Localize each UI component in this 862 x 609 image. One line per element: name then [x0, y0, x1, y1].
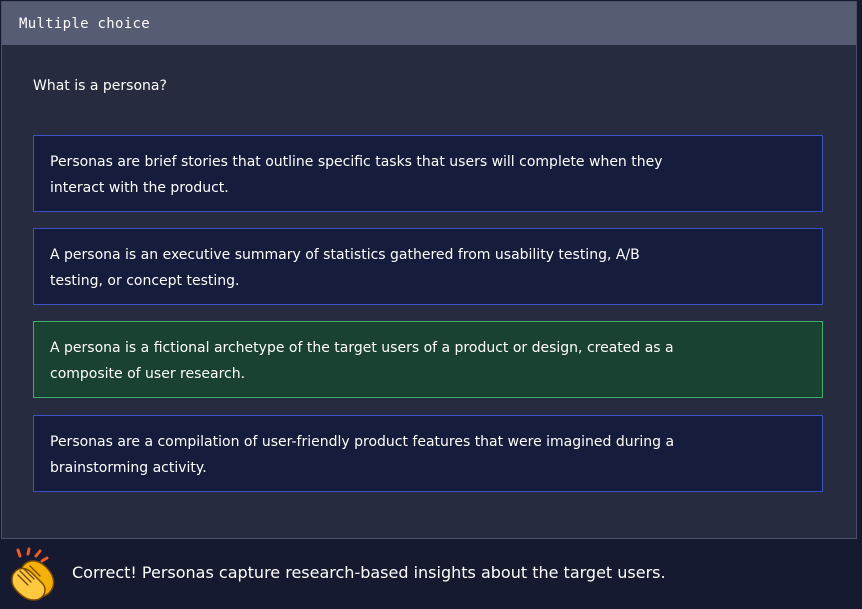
answer-option-text: Personas are brief stories that outline … — [50, 154, 663, 196]
answer-option-text: Personas are a compilation of user-frien… — [50, 434, 675, 476]
feedback-message: Correct! Personas capture research-based… — [72, 563, 666, 582]
clapping-hands-icon — [11, 547, 55, 601]
card-header: Multiple choice — [2, 2, 856, 45]
card-title: Multiple choice — [19, 15, 150, 32]
answer-option-1[interactable]: Personas are brief stories that outline … — [33, 135, 823, 212]
question-text: What is a persona? — [33, 78, 167, 94]
answer-option-4[interactable]: Personas are a compilation of user-frien… — [33, 415, 823, 492]
answer-option-text: A persona is a fictional archetype of th… — [50, 340, 674, 382]
answer-option-2[interactable]: A persona is an executive summary of sta… — [33, 228, 823, 305]
clap-burst — [16, 547, 49, 563]
answer-option-3-correct[interactable]: A persona is a fictional archetype of th… — [33, 321, 823, 398]
answer-option-text: A persona is an executive summary of sta… — [50, 247, 640, 289]
